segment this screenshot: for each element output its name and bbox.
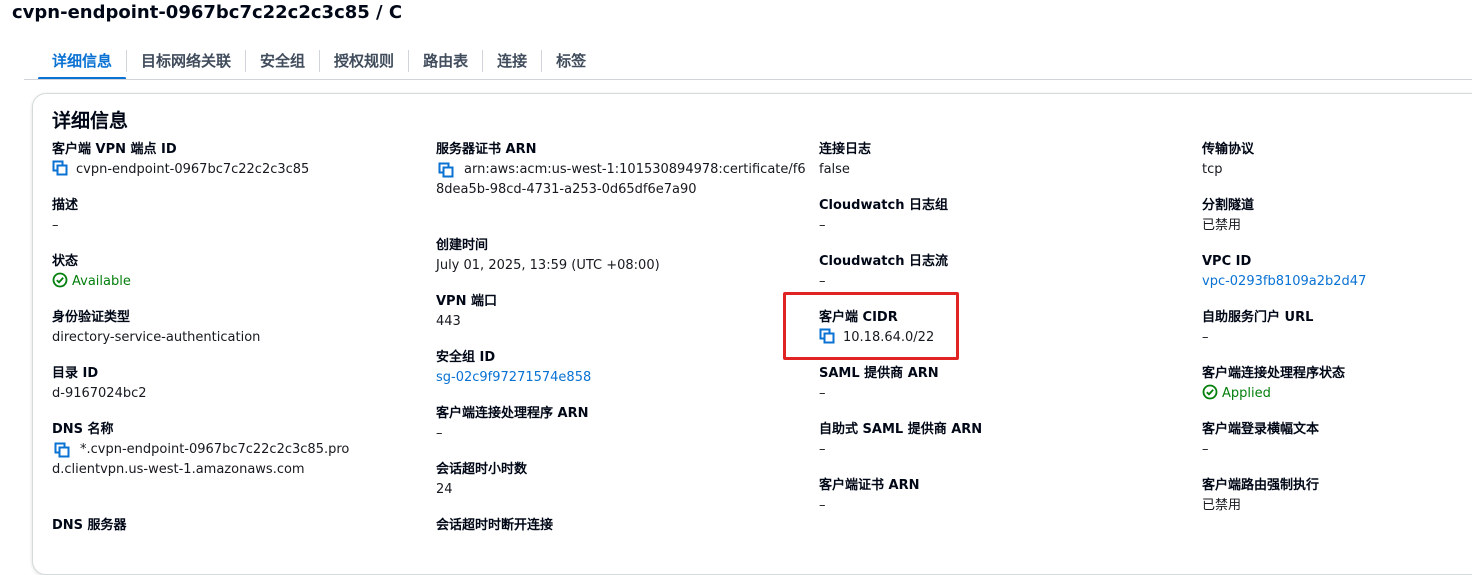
description-value: – bbox=[52, 218, 59, 233]
endpoint-id-value: cvpn-endpoint-0967bc7c22c2c3c85 bbox=[76, 162, 310, 177]
field-label: 客户端路由强制执行 bbox=[1202, 478, 1320, 493]
tab-target-network-associations[interactable]: 目标网络关联 bbox=[127, 48, 245, 78]
session-timeout-hours-value: 24 bbox=[436, 482, 453, 497]
security-group-link[interactable]: sg-02c9f97271574e858 bbox=[436, 368, 816, 388]
field-label: 自助服务门户 URL bbox=[1202, 310, 1314, 325]
details-column-2: 服务器证书 ARN arn:aws:acm:us-west-1:10153089… bbox=[436, 140, 816, 572]
field-dns-name: DNS 名称 *.cvpn-endpoint-0967bc7c22c2c3c85… bbox=[52, 420, 392, 516]
panel-title: 详细信息 bbox=[52, 110, 129, 132]
field-label: 分割隧道 bbox=[1202, 198, 1255, 213]
field-label: Cloudwatch 日志组 bbox=[819, 198, 948, 213]
cloudwatch-log-stream-value: – bbox=[819, 274, 826, 289]
field-handler-status: 客户端连接处理程序状态 Applied bbox=[1202, 364, 1472, 420]
field-label: DNS 服务器 bbox=[52, 518, 127, 533]
handler-arn-value: – bbox=[436, 426, 443, 441]
field-label: SAML 提供商 ARN bbox=[819, 366, 939, 381]
field-directory-id: 目录 ID d-9167024bc2 bbox=[52, 364, 392, 420]
field-label: 连接日志 bbox=[819, 142, 872, 157]
field-label: 客户端证书 ARN bbox=[819, 478, 920, 493]
field-split-tunnel: 分割隧道 已禁用 bbox=[1202, 196, 1472, 252]
field-label: 客户端登录横幅文本 bbox=[1202, 422, 1320, 437]
transport-protocol-value: tcp bbox=[1202, 162, 1223, 177]
field-label: 传输协议 bbox=[1202, 142, 1255, 157]
check-circle-icon bbox=[52, 272, 68, 295]
field-vpn-port: VPN 端口 443 bbox=[436, 292, 816, 348]
field-label: 客户端 VPN 端点 ID bbox=[52, 142, 177, 157]
field-login-banner-text: 客户端登录横幅文本 – bbox=[1202, 420, 1472, 476]
field-session-timeout-hours: 会话超时小时数 24 bbox=[436, 460, 816, 516]
server-cert-arn-value: arn:aws:acm:us-west-1:101530894978:certi… bbox=[436, 162, 806, 197]
field-dns-servers: DNS 服务器 bbox=[52, 516, 392, 572]
page-title: cvpn-endpoint-0967bc7c22c2c3c85 / C bbox=[12, 2, 403, 23]
highlight-box bbox=[783, 292, 959, 360]
field-handler-arn: 客户端连接处理程序 ARN – bbox=[436, 404, 816, 460]
tab-route-table[interactable]: 路由表 bbox=[409, 48, 482, 78]
field-server-cert-arn: 服务器证书 ARN arn:aws:acm:us-west-1:10153089… bbox=[436, 140, 816, 236]
field-label: 身份验证类型 bbox=[52, 310, 131, 325]
details-column-1: 客户端 VPN 端点 ID cvpn-endpoint-0967bc7c22c2… bbox=[52, 140, 392, 572]
field-cloudwatch-log-group: Cloudwatch 日志组 – bbox=[819, 196, 1179, 252]
field-label: 服务器证书 ARN bbox=[436, 142, 537, 157]
field-label: 目录 ID bbox=[52, 366, 99, 381]
tab-authorization-rules[interactable]: 授权规则 bbox=[320, 48, 408, 78]
field-label: 安全组 ID bbox=[436, 350, 496, 365]
saml-provider-arn-value: – bbox=[819, 386, 826, 401]
field-client-cert-arn: 客户端证书 ARN – bbox=[819, 476, 1179, 532]
copy-icon[interactable] bbox=[54, 442, 70, 465]
field-label: 会话超时小时数 bbox=[436, 462, 528, 477]
field-label: 创建时间 bbox=[436, 238, 489, 253]
handler-status-value: Applied bbox=[1222, 386, 1271, 401]
details-column-4: 传输协议 tcp 分割隧道 已禁用 VPC ID vpc-0293fb8109a… bbox=[1202, 140, 1472, 532]
field-label: VPC ID bbox=[1202, 254, 1252, 269]
copy-icon[interactable] bbox=[438, 162, 454, 185]
field-self-service-saml-arn: 自助式 SAML 提供商 ARN – bbox=[819, 420, 1179, 476]
field-label: 描述 bbox=[52, 198, 79, 213]
field-label: VPN 端口 bbox=[436, 294, 497, 309]
vpc-id-link[interactable]: vpc-0293fb8109a2b2d47 bbox=[1202, 272, 1472, 292]
tab-tags[interactable]: 标签 bbox=[542, 48, 600, 78]
field-label: DNS 名称 bbox=[52, 422, 114, 437]
connection-log-value: false bbox=[819, 162, 850, 177]
tab-details[interactable]: 详细信息 bbox=[38, 48, 127, 80]
self-service-saml-arn-value: – bbox=[819, 442, 826, 457]
field-description: 描述 – bbox=[52, 196, 392, 252]
field-connection-log: 连接日志 false bbox=[819, 140, 1179, 196]
field-label: 客户端连接处理程序 ARN bbox=[436, 406, 589, 421]
field-self-service-portal-url: 自助服务门户 URL – bbox=[1202, 308, 1472, 364]
state-value: Available bbox=[72, 274, 131, 289]
creation-time-value: July 01, 2025, 13:59 (UTC +08:00) bbox=[436, 258, 660, 273]
field-creation-time: 创建时间 July 01, 2025, 13:59 (UTC +08:00) bbox=[436, 236, 816, 292]
vpn-port-value: 443 bbox=[436, 314, 461, 329]
field-label: 自助式 SAML 提供商 ARN bbox=[819, 422, 983, 437]
directory-id-value: d-9167024bc2 bbox=[52, 386, 147, 401]
field-route-enforcement: 客户端路由强制执行 已禁用 bbox=[1202, 476, 1472, 532]
client-cert-arn-value: – bbox=[819, 498, 826, 513]
field-saml-provider-arn: SAML 提供商 ARN – bbox=[819, 364, 1179, 420]
field-state: 状态 Available bbox=[52, 252, 392, 308]
login-banner-text-value: – bbox=[1202, 442, 1209, 457]
field-timeout-disconnect: 会话超时时断开连接 bbox=[436, 516, 816, 572]
field-endpoint-id: 客户端 VPN 端点 ID cvpn-endpoint-0967bc7c22c2… bbox=[52, 140, 392, 196]
tab-connections[interactable]: 连接 bbox=[483, 48, 541, 78]
dns-name-value: *.cvpn-endpoint-0967bc7c22c2c3c85.prod.c… bbox=[52, 442, 350, 477]
field-transport-protocol: 传输协议 tcp bbox=[1202, 140, 1472, 196]
tab-bar: 详细信息 目标网络关联 安全组 授权规则 路由表 连接 标签 bbox=[38, 48, 600, 80]
field-label: 客户端连接处理程序状态 bbox=[1202, 366, 1346, 381]
split-tunnel-value: 已禁用 bbox=[1202, 218, 1242, 233]
self-service-portal-url-value: – bbox=[1202, 330, 1209, 345]
tab-bar-underline bbox=[24, 79, 1472, 80]
field-label: Cloudwatch 日志流 bbox=[819, 254, 948, 269]
field-label: 会话超时时断开连接 bbox=[436, 518, 554, 533]
field-vpc-id: VPC ID vpc-0293fb8109a2b2d47 bbox=[1202, 252, 1472, 308]
field-security-group-id: 安全组 ID sg-02c9f97271574e858 bbox=[436, 348, 816, 404]
cloudwatch-log-group-value: – bbox=[819, 218, 826, 233]
tab-security-groups[interactable]: 安全组 bbox=[246, 48, 319, 78]
route-enforcement-value: 已禁用 bbox=[1202, 498, 1242, 513]
check-circle-icon bbox=[1202, 384, 1218, 407]
field-label: 状态 bbox=[52, 254, 79, 269]
auth-type-value: directory-service-authentication bbox=[52, 330, 261, 345]
field-auth-type: 身份验证类型 directory-service-authentication bbox=[52, 308, 392, 364]
copy-icon[interactable] bbox=[52, 160, 68, 183]
